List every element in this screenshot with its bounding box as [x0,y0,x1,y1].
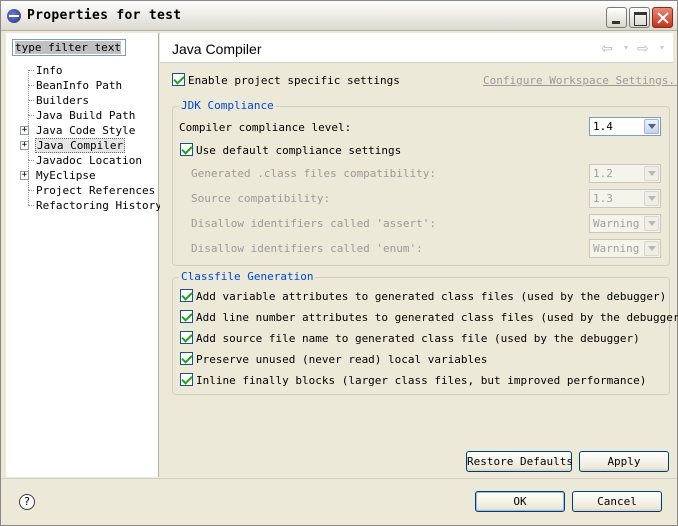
disallow-assert-select[interactable]: Warning [589,214,661,233]
enable-project-specific-label: Enable project specific settings [188,74,400,87]
tree-connector [28,175,29,190]
disallow-assert-label: Disallow identifiers called 'assert': [191,217,437,230]
chevron-down-icon [644,191,659,206]
tree-item-label: Info [36,64,63,77]
disallow-assert-value: Warning [593,217,640,230]
maximize-button[interactable] [629,7,650,28]
tree-item-label: Refactoring History [36,199,162,212]
source-file-name-checkbox[interactable] [180,331,193,344]
preserve-unused-checkbox[interactable] [180,352,193,365]
source-file-name-label: Add source file name to generated class … [196,332,640,345]
tree-item-label: Javadoc Location [36,154,142,167]
tree-item-label: BeanInfo Path [36,79,123,92]
compliance-level-label: Compiler compliance level: [179,121,352,134]
chevron-down-icon[interactable] [644,119,659,134]
properties-dialog: Properties for test type filter text Inf… [0,0,678,526]
filter-placeholder: type filter text [15,41,121,54]
tree-connector [28,85,29,100]
source-compatibility-label: Source compatibility: [191,192,331,205]
apply-button[interactable]: Apply [579,451,669,472]
chevron-down-icon [644,216,659,231]
preserve-unused-label: Preserve unused (never read) local varia… [196,353,488,366]
filter-input[interactable]: type filter text [12,39,126,56]
variable-attributes-checkbox[interactable] [180,289,193,302]
use-default-compliance-label: Use default compliance settings [196,144,402,157]
tree-item-refactoring-history[interactable]: Refactoring History [6,190,162,213]
generated-class-files-select[interactable]: 1.2 [589,164,661,183]
title-bar[interactable]: Properties for test [1,1,677,31]
cancel-button[interactable]: Cancel [572,491,662,512]
close-button[interactable] [652,7,673,28]
chevron-down-icon [644,241,659,256]
eclipse-icon [7,9,21,23]
disallow-enum-value: Warning [593,242,640,255]
source-compatibility-value: 1.3 [593,192,613,205]
ok-button[interactable]: OK [475,491,565,512]
tree-item-label: Builders [36,94,89,107]
dialog-footer: ? OK Cancel [1,478,677,525]
tree-item-label: Project References [36,184,156,197]
tree-item-label: Java Compiler [35,138,126,153]
line-number-attributes-checkbox[interactable] [180,310,193,323]
tree-connector [28,205,34,206]
variable-attributes-label: Add variable attributes to generated cla… [196,290,667,303]
disallow-enum-label: Disallow identifiers called 'enum': [191,242,423,255]
line-number-attributes-label: Add line number attributes to generated … [196,311,678,324]
back-dropdown-icon[interactable]: ▾ [624,43,628,52]
tree-item-label: Java Code Style [36,124,136,137]
classfile-generation-title: Classfile Generation [179,270,316,283]
chevron-down-icon [644,166,659,181]
compliance-level-select[interactable]: 1.4 [589,117,661,136]
configure-workspace-link[interactable]: Configure Workspace Settings... [483,74,678,87]
tree-item-label: MyEclipse [36,169,96,182]
generated-class-files-value: 1.2 [593,167,613,180]
enable-project-specific-checkbox[interactable] [172,73,185,86]
tree-connector [28,145,29,160]
tree-connector [28,100,29,115]
back-arrow-icon[interactable]: ⇦ [601,41,613,57]
forward-arrow-icon[interactable]: ⇨ [637,41,649,57]
page-title: Java Compiler [172,41,262,57]
restore-defaults-button[interactable]: Restore Defaults [466,451,573,472]
source-compatibility-select[interactable]: 1.3 [589,189,661,208]
jdk-compliance-title: JDK Compliance [179,99,276,112]
use-default-compliance-checkbox[interactable] [180,143,193,156]
generated-class-files-label: Generated .class files compatibility: [191,167,437,180]
tree-connector [28,70,29,85]
forward-dropdown-icon[interactable]: ▾ [660,43,664,52]
property-page: Java Compiler ⇦ ▾ ⇨ ▾ Enable project spe… [160,33,678,477]
inline-finally-checkbox[interactable] [180,373,193,386]
inline-finally-label: Inline finally blocks (larger class file… [196,374,647,387]
help-icon[interactable]: ? [19,494,35,510]
disallow-enum-select[interactable]: Warning [589,239,661,258]
page-header: Java Compiler ⇦ ▾ ⇨ ▾ [160,33,673,63]
window-title: Properties for test [27,8,182,23]
minimize-button[interactable] [606,7,627,28]
tree-item-label: Java Build Path [36,109,136,122]
tree-connector [28,190,29,205]
navigation-pane: type filter text Info BeanInfo Path Buil… [6,33,162,477]
compliance-level-value: 1.4 [593,120,613,133]
